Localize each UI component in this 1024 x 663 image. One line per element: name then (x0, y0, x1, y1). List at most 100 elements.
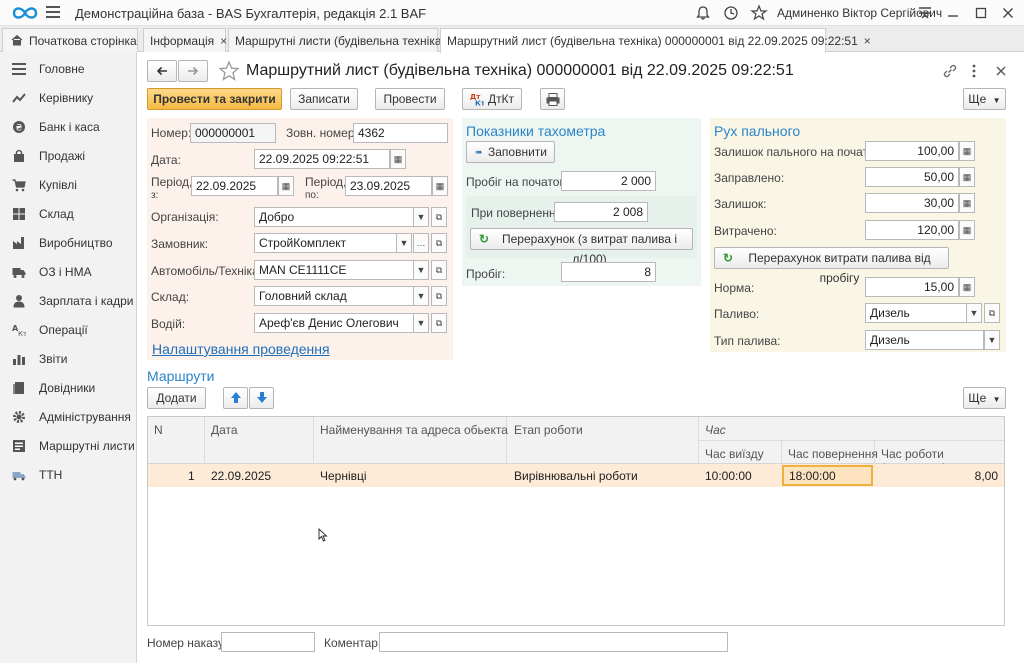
calendar-icon[interactable]: ▦ (278, 176, 294, 196)
driver-field[interactable]: Ареф'єв Денис Олегович (254, 313, 416, 333)
cell-stage[interactable]: Вирівнювальні роботи (514, 469, 638, 483)
sidebar-item-fixed-assets[interactable]: ОЗ і НМА (0, 258, 137, 286)
fuel-start-field[interactable]: 100,00 (865, 141, 959, 161)
cell-n[interactable]: 1 (188, 469, 195, 483)
back-button[interactable] (147, 60, 177, 82)
dropdown-arrow-icon[interactable]: ▼ (413, 207, 429, 227)
fuel-type-field[interactable]: Дизель (865, 330, 984, 350)
tab-info[interactable]: Інформація × (143, 28, 227, 52)
open-form-icon[interactable]: ⧉ (431, 313, 447, 333)
open-form-icon[interactable]: ⧉ (984, 303, 1000, 323)
dropdown-arrow-icon[interactable]: ▼ (413, 313, 429, 333)
column-header-return[interactable]: Час повернення (788, 447, 878, 461)
favorite-star-icon[interactable] (218, 60, 240, 82)
mileage-start-field[interactable]: 2 000 (561, 171, 656, 191)
calculator-icon[interactable]: ▦ (959, 220, 975, 240)
recalc-fuel-from-mileage-button[interactable]: ↻ Перерахунок витрати палива від пробігу (714, 247, 949, 285)
menu-icon[interactable] (46, 6, 60, 18)
more-vertical-icon[interactable] (968, 63, 980, 79)
calendar-icon[interactable]: ▦ (390, 149, 406, 169)
sidebar-item-main[interactable]: Головне (0, 55, 137, 83)
sidebar-item-route-sheets[interactable]: Маршрутні листи (0, 432, 137, 460)
vehicle-field[interactable]: MAN CE1111CE (254, 260, 416, 280)
add-route-button[interactable]: Додати (147, 387, 206, 409)
column-header-object[interactable]: Найменування та адреса обьекта (320, 423, 508, 437)
post-button[interactable]: Провести (375, 88, 445, 110)
table-row[interactable]: 1 22.09.2025 Чернівці Вирівнювальні робо… (148, 464, 1004, 487)
column-header-depart[interactable]: Час виїзду (705, 447, 764, 461)
save-button[interactable]: Записати (290, 88, 358, 110)
sidebar-item-warehouse[interactable]: Склад (0, 200, 137, 228)
dropdown-arrow-icon[interactable]: ▼ (984, 330, 1000, 350)
open-form-icon[interactable]: ⧉ (431, 233, 447, 253)
calculator-icon[interactable]: ▦ (959, 277, 975, 297)
close-tab-icon[interactable]: × (864, 34, 871, 48)
routes-more-button[interactable]: Ще ▼ (963, 387, 1006, 409)
calendar-icon[interactable]: ▦ (432, 176, 448, 196)
cell-date[interactable]: 22.09.2025 (211, 469, 271, 483)
posting-settings-link[interactable]: Налаштування проведення (152, 341, 330, 357)
comment-field[interactable] (379, 632, 728, 652)
fuel-refilled-field[interactable]: 50,00 (865, 167, 959, 187)
move-down-button[interactable] (249, 387, 274, 409)
column-header-stage[interactable]: Етап роботи (514, 423, 583, 437)
bell-icon[interactable] (694, 4, 712, 22)
bas-logo-icon[interactable] (12, 4, 38, 22)
customer-field[interactable]: СтройКомплект (254, 233, 399, 253)
calculator-icon[interactable]: ▦ (959, 141, 975, 161)
sidebar-item-reports[interactable]: Звіти (0, 345, 137, 373)
star-icon[interactable] (750, 4, 768, 22)
sidebar-item-manager[interactable]: Керівнику (0, 84, 137, 112)
dropdown-arrow-icon[interactable]: ▼ (413, 260, 429, 280)
date-field[interactable]: 22.09.2025 09:22:51 (254, 149, 390, 169)
open-form-icon[interactable]: ⧉ (431, 260, 447, 280)
close-document-icon[interactable] (994, 64, 1008, 78)
fuel-kind-field[interactable]: Дизель (865, 303, 968, 323)
close-tab-icon[interactable]: × (220, 34, 227, 48)
order-number-field[interactable] (221, 632, 315, 652)
tab-route-sheet-document[interactable]: Маршрутний лист (будівельна техніка) 000… (440, 28, 871, 53)
calculator-icon[interactable]: ▦ (959, 193, 975, 213)
organization-field[interactable]: Добро (254, 207, 416, 227)
number-field[interactable]: 000000001 (190, 123, 276, 143)
recalc-from-fuel-button[interactable]: ↻ Перерахунок (з витрат палива і л/100) (470, 228, 693, 266)
calculator-icon[interactable]: ▦ (959, 167, 975, 187)
column-header-n[interactable]: N (154, 423, 163, 437)
select-ellipsis-icon[interactable]: … (413, 233, 429, 253)
norm-field[interactable]: 15,00 (865, 277, 959, 297)
sidebar-item-directories[interactable]: Довідники (0, 374, 137, 402)
sidebar-item-purchases[interactable]: Купівлі (0, 171, 137, 199)
ext-number-field[interactable]: 4362 (353, 123, 448, 143)
tab-route-sheets[interactable]: Маршрутні листи (будівельна техніка)× (228, 28, 459, 52)
forward-button[interactable] (178, 60, 208, 82)
more-button[interactable]: Ще ▼ (963, 88, 1006, 110)
settings-menu-icon[interactable] (916, 4, 934, 22)
sidebar-item-salary[interactable]: Зарплата і кадри (0, 287, 137, 315)
cell-return[interactable]: 18:00:00 (782, 465, 873, 486)
period-from-field[interactable]: 22.09.2025 (191, 176, 278, 196)
fill-button[interactable]: ➠ Заповнити (466, 141, 555, 163)
sidebar-item-bank[interactable]: ₴ Банк і каса (0, 113, 137, 141)
close-window-icon[interactable] (999, 4, 1017, 22)
sidebar-item-sales[interactable]: Продажі (0, 142, 137, 170)
sidebar-item-administration[interactable]: Адміністрування (0, 403, 137, 431)
history-icon[interactable] (722, 4, 740, 22)
link-icon[interactable] (942, 63, 958, 79)
warehouse-field[interactable]: Головний склад (254, 286, 416, 306)
sidebar-item-ttn[interactable]: ТТН (0, 461, 137, 489)
cell-depart[interactable]: 10:00:00 (705, 469, 752, 483)
open-form-icon[interactable]: ⧉ (431, 286, 447, 306)
mileage-return-field[interactable]: 2 008 (554, 202, 648, 222)
mileage-field[interactable]: 8 (561, 262, 656, 282)
sidebar-item-production[interactable]: Виробництво (0, 229, 137, 257)
print-button[interactable] (540, 88, 565, 110)
cell-hours[interactable]: 8,00 (881, 469, 998, 483)
period-to-field[interactable]: 23.09.2025 (345, 176, 432, 196)
column-header-date[interactable]: Дата (211, 423, 238, 437)
routes-table[interactable]: N Дата Найменування та адреса обьекта Ет… (147, 416, 1005, 626)
sidebar-item-operations[interactable]: A Кт Операції (0, 316, 137, 344)
post-and-close-button[interactable]: Провести та закрити (147, 88, 282, 110)
fuel-spent-field[interactable]: 120,00 (865, 220, 959, 240)
column-header-time[interactable]: Час (705, 423, 726, 437)
dtkt-button[interactable]: Дт Кт ДтКт (462, 88, 522, 110)
